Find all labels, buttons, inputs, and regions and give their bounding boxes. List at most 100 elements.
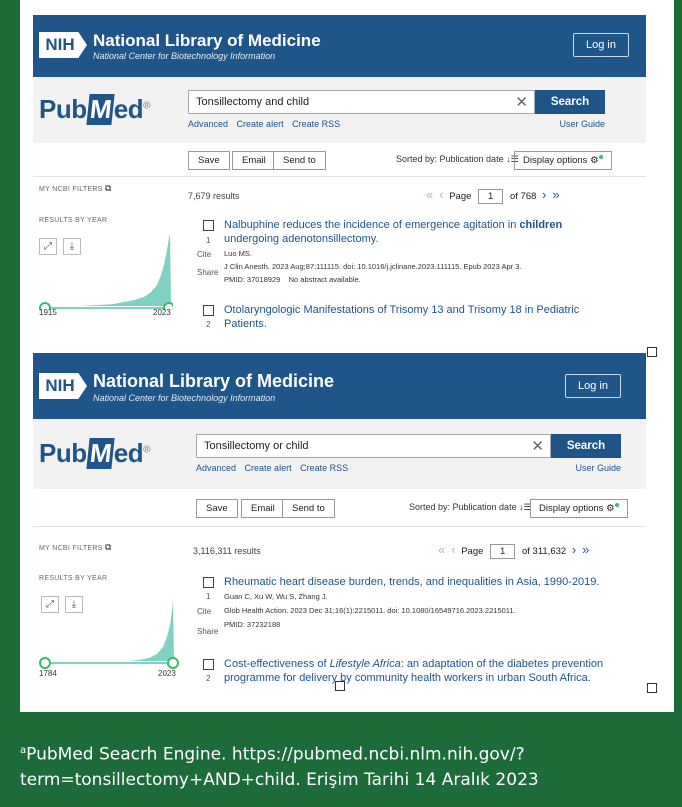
send-to-button[interactable]: Send to <box>273 151 326 170</box>
search-button[interactable]: Search <box>551 434 621 458</box>
resize-handle-icon <box>335 681 345 691</box>
results-by-year-label: RESULTS BY YEAR <box>39 217 108 224</box>
page-label: Page <box>461 546 484 557</box>
status-dot-icon <box>598 155 603 159</box>
result-number: 1 <box>206 236 211 245</box>
search-input[interactable]: Tonsillectomy and child ✕ <box>188 90 535 114</box>
send-to-button[interactable]: Send to <box>282 499 335 518</box>
save-button[interactable]: Save <box>196 499 238 518</box>
sort-control[interactable]: Sorted by: Publication date ↓☰ <box>396 154 519 165</box>
next-page-icon[interactable]: › <box>572 542 576 557</box>
result-checkbox[interactable] <box>203 220 214 231</box>
prev-page-icon[interactable]: ‹ <box>451 542 455 557</box>
advanced-link[interactable]: Advanced <box>196 463 236 473</box>
year-start-label: 1915 <box>39 308 57 317</box>
results-count: 7,679 results <box>188 191 240 201</box>
gear-icon: ⚙ <box>590 155 599 166</box>
display-options-button[interactable]: Display options ⚙ <box>514 151 612 170</box>
pubmed-screenshot-1: NIH National Library of Medicine Nationa… <box>33 15 646 335</box>
share-button[interactable]: Share <box>197 268 218 277</box>
search-area: PubMed® Tonsillectomy or child ✕ Search A… <box>33 419 646 489</box>
result-title-link[interactable]: Nalbuphine reduces the incidence of emer… <box>224 218 562 246</box>
cite-button[interactable]: Cite <box>197 250 211 259</box>
chart-area <box>45 599 174 661</box>
result-item: 1 Cite Share Rheumatic heart disease bur… <box>191 575 631 650</box>
search-button[interactable]: Search <box>535 90 605 114</box>
range-handle-end[interactable] <box>167 657 179 669</box>
nih-logo[interactable]: NIH <box>39 32 87 58</box>
external-link-icon: ⧉ <box>105 183 112 193</box>
create-alert-link[interactable]: Create alert <box>245 463 292 473</box>
result-pmid: PMID: 37232188 <box>224 620 281 629</box>
page-total: of 768 <box>509 191 537 202</box>
nih-subtitle: National Center for Biotechnology Inform… <box>93 393 276 403</box>
result-number: 2 <box>206 674 211 683</box>
pubmed-logo[interactable]: PubMed® <box>39 94 150 125</box>
sort-control[interactable]: Sorted by: Publication date ↓☰ <box>409 502 532 513</box>
page-total: of 311,632 <box>521 546 567 557</box>
chart-area <box>45 234 171 306</box>
cite-button[interactable]: Cite <box>197 607 211 616</box>
pagination: « ‹ Page 1 of 768 › » <box>423 187 563 204</box>
result-title-link[interactable]: Rheumatic heart disease burden, trends, … <box>224 575 599 589</box>
login-button[interactable]: Log in <box>573 33 629 57</box>
result-item: 2 Cost-effectiveness of Lifestyle Africa… <box>191 657 631 693</box>
result-checkbox[interactable] <box>203 577 214 588</box>
search-links: Advanced Create alert Create RSS <box>188 119 346 129</box>
result-pmid: PMID: 37018929 No abstract available. <box>224 275 361 284</box>
results-by-year-chart[interactable] <box>39 591 179 671</box>
figure-caption: aPubMed Seacrh Engine. https://pubmed.nc… <box>20 744 539 790</box>
status-dot-icon <box>614 503 619 507</box>
prev-page-icon[interactable]: ‹ <box>439 187 443 202</box>
result-title-link[interactable]: Otolaryngologic Manifestations of Trisom… <box>224 303 614 331</box>
last-page-icon[interactable]: » <box>552 187 559 202</box>
range-handle-start[interactable] <box>39 657 51 669</box>
results-toolbar: Save Email Send to Sorted by: Publicatio… <box>33 143 646 177</box>
my-ncbi-filters-label[interactable]: MY NCBI FILTERS ⧉ <box>39 183 112 194</box>
result-checkbox[interactable] <box>203 305 214 316</box>
page-input[interactable]: 1 <box>478 189 504 204</box>
pubmed-logo[interactable]: PubMed® <box>39 438 150 469</box>
nih-title[interactable]: National Library of Medicine <box>93 371 334 392</box>
nih-title[interactable]: National Library of Medicine <box>93 31 321 51</box>
pubmed-screenshot-2: NIH National Library of Medicine Nationa… <box>33 353 646 693</box>
login-button[interactable]: Log in <box>565 374 621 398</box>
resize-handle-icon <box>647 683 657 693</box>
save-button[interactable]: Save <box>188 151 230 170</box>
clear-icon[interactable]: ✕ <box>515 93 528 111</box>
create-rss-link[interactable]: Create RSS <box>292 119 340 129</box>
display-options-button[interactable]: Display options ⚙ <box>530 499 628 518</box>
share-button[interactable]: Share <box>197 627 218 636</box>
advanced-link[interactable]: Advanced <box>188 119 228 129</box>
result-journal: Glob Health Action. 2023 Dec 31;16(1):22… <box>224 606 516 615</box>
email-button[interactable]: Email <box>241 499 285 518</box>
next-page-icon[interactable]: › <box>542 187 546 202</box>
results-toolbar: Save Email Send to Sorted by: Publicatio… <box>33 489 646 527</box>
user-guide-link[interactable]: User Guide <box>559 119 605 129</box>
clear-icon[interactable]: ✕ <box>531 437 544 455</box>
first-page-icon[interactable]: « <box>438 542 445 557</box>
external-link-icon: ⧉ <box>105 542 112 552</box>
page-input[interactable]: 1 <box>490 544 516 559</box>
result-number: 2 <box>206 320 211 329</box>
user-guide-link[interactable]: User Guide <box>575 463 621 473</box>
first-page-icon[interactable]: « <box>426 187 433 202</box>
search-input[interactable]: Tonsillectomy or child ✕ <box>196 434 551 458</box>
result-title-link[interactable]: Cost-effectiveness of Lifestyle Africa: … <box>224 657 624 685</box>
nih-subtitle: National Center for Biotechnology Inform… <box>93 51 276 61</box>
results-by-year-chart[interactable] <box>39 230 173 310</box>
email-button[interactable]: Email <box>232 151 276 170</box>
last-page-icon[interactable]: » <box>582 542 589 557</box>
year-start-label: 1784 <box>39 669 57 678</box>
nih-logo[interactable]: NIH <box>39 373 87 399</box>
gear-icon: ⚙ <box>606 503 615 514</box>
resize-handle-icon <box>647 347 657 357</box>
search-area: PubMed® Tonsillectomy and child ✕ Search … <box>33 77 646 143</box>
year-end-label: 2023 <box>158 669 176 678</box>
year-end-label: 2023 <box>153 308 171 317</box>
result-checkbox[interactable] <box>203 659 214 670</box>
my-ncbi-filters-label[interactable]: MY NCBI FILTERS ⧉ <box>39 542 112 553</box>
create-alert-link[interactable]: Create alert <box>237 119 284 129</box>
create-rss-link[interactable]: Create RSS <box>300 463 348 473</box>
pagination: « ‹ Page 1 of 311,632 › » <box>435 542 592 559</box>
